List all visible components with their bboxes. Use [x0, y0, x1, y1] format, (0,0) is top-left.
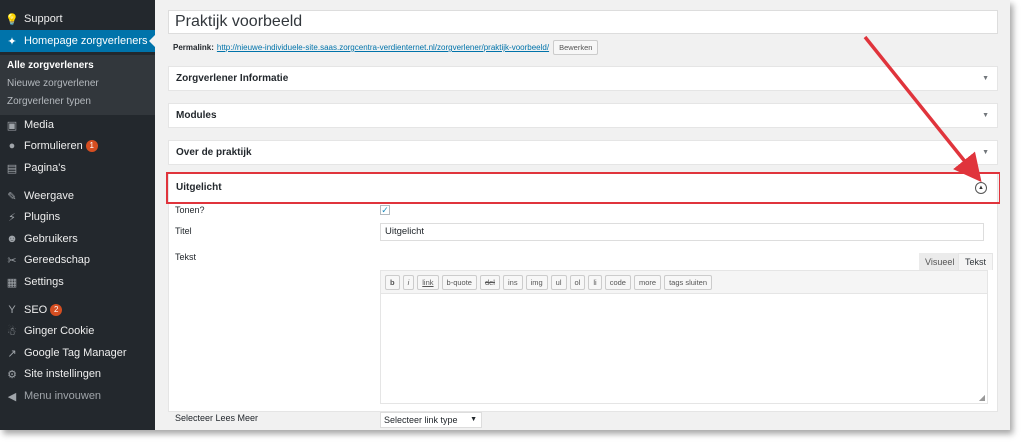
menu-weergave[interactable]: ✎ Weergave — [0, 185, 155, 207]
quicktag-li-button[interactable]: li — [588, 274, 602, 290]
menu-label: Gebruikers — [24, 233, 78, 245]
menu-label: Pagina's — [24, 162, 66, 174]
tonen-checkbox[interactable]: ✓ — [380, 205, 390, 215]
titel-input[interactable]: Uitgelicht — [380, 223, 984, 241]
caret-down-icon[interactable]: ▼ — [982, 75, 989, 82]
menu-label: SEO — [24, 304, 48, 316]
brush-icon: ✎ — [7, 190, 17, 203]
quicktag-ul-button[interactable]: ul — [550, 274, 567, 290]
admin-sidebar: 💡 Support ✦ Homepage zorgverleners Alle … — [0, 0, 155, 430]
menu-label: Menu invouwen — [24, 390, 102, 402]
menu-formulieren[interactable]: ● Formulieren 1 — [0, 135, 155, 157]
permalink-label: Permalink: — [173, 43, 214, 52]
pages-icon: ▤ — [6, 162, 18, 175]
quicktag-bquote-button[interactable]: b-quote — [441, 274, 477, 290]
quicktag-link-button[interactable]: link — [417, 274, 439, 290]
quicktag-del-button[interactable]: del — [479, 274, 500, 290]
lees-meer-label: Selecteer Lees Meer — [175, 413, 259, 423]
box-modules[interactable]: Modules ▼ — [168, 103, 998, 128]
menu-gereedschap[interactable]: ✂ Gereedschap — [0, 249, 155, 271]
menu-media[interactable]: ▣ Media — [0, 114, 155, 136]
tekst-textarea[interactable]: ◢ — [380, 294, 988, 404]
update-badge: 2 — [50, 304, 63, 316]
forms-icon: ● — [8, 140, 16, 152]
caret-down-icon[interactable]: ▼ — [982, 149, 989, 156]
box-title: Uitgelicht — [176, 181, 222, 193]
settings-icon: ▦ — [6, 276, 18, 289]
quicktag-bold-button[interactable]: b — [385, 274, 400, 290]
menu-seo[interactable]: Y SEO 2 — [0, 299, 155, 321]
update-badge: 1 — [85, 140, 98, 152]
permalink-url[interactable]: http://nieuwe-individuele-site.saas.zorg… — [217, 43, 549, 52]
submenu-new[interactable]: Nieuwe zorgverlener — [7, 78, 99, 89]
menu-paginas[interactable]: ▤ Pagina's — [0, 157, 155, 179]
quicktag-ins-button[interactable]: ins — [502, 274, 523, 290]
quicktag-code-button[interactable]: code — [604, 274, 631, 290]
submenu-types[interactable]: Zorgverlener typen — [7, 96, 91, 107]
tekst-label: Tekst — [175, 252, 197, 262]
tonen-label: Tonen? — [175, 205, 205, 215]
menu-ginger-cookie[interactable]: ☃ Ginger Cookie — [0, 320, 155, 342]
tab-tekst[interactable]: Tekst — [958, 253, 994, 270]
permalink-row: Permalink: http://nieuwe-individuele-sit… — [173, 40, 599, 55]
gear-icon: ⚙ — [7, 368, 17, 381]
main-content: Praktijk voorbeeld Permalink: http://nie… — [155, 0, 1010, 430]
menu-support[interactable]: 💡 Support — [0, 8, 155, 30]
plug-icon: ⚡ — [8, 211, 16, 224]
menu-label: Weergave — [24, 190, 74, 202]
wrench-icon: ✂ — [7, 254, 17, 267]
menu-label: Homepage zorgverleners — [24, 35, 148, 47]
box-over-de-praktijk[interactable]: Over de praktijk ▼ — [168, 140, 998, 165]
menu-label: Gereedschap — [24, 254, 91, 266]
seo-icon: Y — [8, 304, 16, 316]
menu-label: Media — [24, 119, 54, 131]
menu-label: Ginger Cookie — [24, 325, 95, 337]
menu-collapse[interactable]: ◀ Menu invouwen — [0, 385, 155, 407]
box-title: Modules — [176, 110, 217, 121]
box-title: Zorgverlener Informatie — [176, 73, 289, 84]
quicktag-close-tags-button[interactable]: tags sluiten — [664, 274, 713, 290]
titel-label: Titel — [175, 226, 192, 236]
quicktag-ol-button[interactable]: ol — [569, 274, 586, 290]
users-icon: ☻ — [6, 233, 18, 245]
resize-grip-icon[interactable]: ◢ — [979, 393, 985, 402]
quicktag-img-button[interactable]: img — [525, 274, 548, 290]
menu-label: Support — [24, 13, 63, 25]
menu-google-tag-manager[interactable]: ↗ Google Tag Manager — [0, 342, 155, 364]
dropdown-arrow-icon: ▼ — [470, 416, 477, 423]
menu-site-instellingen[interactable]: ⚙ Site instellingen — [0, 363, 155, 385]
right-edge — [1000, 0, 1010, 430]
menu-label: Google Tag Manager — [24, 347, 127, 359]
quicktag-italic-button[interactable]: i — [402, 274, 415, 290]
edit-permalink-button[interactable]: Bewerken — [553, 40, 599, 55]
menu-settings[interactable]: ▦ Settings — [0, 271, 155, 293]
box-zorgverlener-informatie[interactable]: Zorgverlener Informatie ▼ — [168, 66, 998, 91]
menu-gebruikers[interactable]: ☻ Gebruikers — [0, 228, 155, 250]
menu-plugins[interactable]: ⚡ Plugins — [0, 206, 155, 228]
window-frame: 💡 Support ✦ Homepage zorgverleners Alle … — [0, 0, 1010, 430]
chart-icon: ↗ — [7, 347, 17, 360]
select-value: Selecteer link type — [384, 415, 458, 425]
media-icon: ▣ — [6, 119, 18, 132]
post-title-input[interactable]: Praktijk voorbeeld — [168, 10, 998, 34]
lightbulb-icon: 💡 — [5, 13, 19, 26]
collapse-toggle-icon[interactable]: ▲ — [975, 182, 987, 194]
cookie-icon: ☃ — [7, 325, 17, 338]
menu-label: Site instellingen — [24, 368, 102, 380]
menu-homepage-zorgverleners[interactable]: ✦ Homepage zorgverleners — [0, 30, 155, 52]
collapse-icon: ◀ — [7, 390, 17, 403]
person-icon: ✦ — [7, 35, 17, 48]
submenu: Alle zorgverleners Nieuwe zorgverlener Z… — [0, 55, 155, 115]
quicktags-toolbar: b i link b-quote del ins img ul ol li co… — [380, 270, 988, 294]
menu-label: Plugins — [24, 211, 61, 223]
quicktag-more-button[interactable]: more — [633, 274, 662, 290]
link-type-select[interactable]: Selecteer link type ▼ — [380, 412, 482, 428]
box-title: Over de praktijk — [176, 147, 252, 158]
caret-down-icon[interactable]: ▼ — [982, 112, 989, 119]
tab-visueel[interactable]: Visueel — [919, 253, 961, 270]
box-uitgelicht-header[interactable]: Uitgelicht ▲ — [169, 173, 997, 201]
menu-label: Formulieren — [24, 140, 83, 152]
submenu-all[interactable]: Alle zorgverleners — [7, 60, 94, 71]
menu-label: Settings — [24, 276, 64, 288]
